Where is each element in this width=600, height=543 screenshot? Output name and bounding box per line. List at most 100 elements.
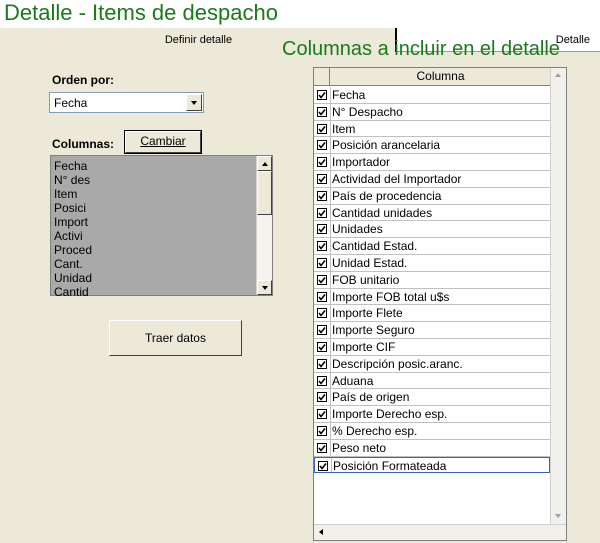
row-separator [331, 457, 332, 473]
grid-row[interactable]: Item [314, 120, 550, 138]
row-separator [330, 137, 331, 154]
row-separator [330, 87, 331, 103]
columnas-grid[interactable]: Columna Fecha N° Despacho Item Posición ara… [313, 67, 567, 541]
grid-row[interactable]: Descripción posic.aranc. [314, 355, 550, 373]
row-checkbox[interactable] [318, 460, 328, 471]
grid-header-columna[interactable]: Columna [331, 68, 550, 86]
grid-row[interactable]: Actividad del Importador [314, 170, 550, 188]
row-label: % Derecho esp. [332, 423, 418, 438]
grid-row[interactable]: % Derecho esp. [314, 422, 550, 440]
row-checkbox[interactable] [317, 274, 327, 285]
columnas-list-item[interactable]: Fecha [54, 159, 254, 173]
row-checkbox[interactable] [317, 173, 327, 184]
row-separator [330, 288, 331, 305]
grid-row[interactable]: Importe CIF [314, 338, 550, 356]
row-label: Importe CIF [332, 339, 396, 354]
grid-row[interactable]: País de origen [314, 389, 550, 407]
grid-row[interactable]: Importador [314, 154, 550, 171]
row-separator [330, 103, 331, 120]
grid-row[interactable]: Importe FOB total u$s [314, 288, 550, 306]
row-checkbox[interactable] [317, 90, 327, 100]
row-label: N° Despacho [332, 104, 403, 119]
row-separator [330, 439, 331, 456]
row-checkbox[interactable] [317, 325, 327, 336]
traer-datos-label: Traer datos [145, 331, 206, 345]
row-checkbox[interactable] [317, 341, 327, 352]
row-checkbox[interactable] [317, 442, 327, 453]
row-label: Importe Seguro [332, 323, 415, 338]
grid-row[interactable]: Unidades [314, 221, 550, 239]
grid-row[interactable]: Cantidad Estad. [314, 238, 550, 255]
columnas-list-item[interactable]: Item [54, 187, 254, 201]
row-checkbox[interactable] [317, 409, 327, 420]
orden-select[interactable]: Fecha [49, 92, 204, 113]
row-separator [330, 305, 331, 322]
columnas-list-item[interactable]: Proced [54, 243, 254, 257]
grid-row[interactable]: Cantidad unidades [314, 204, 550, 222]
row-checkbox[interactable] [317, 106, 327, 117]
grid-row[interactable]: N° Despacho [314, 103, 550, 121]
scroll-thumb[interactable] [257, 171, 272, 215]
columnas-label: Columnas: [52, 137, 115, 151]
grid-row[interactable]: Aduana [314, 372, 550, 390]
grid-row[interactable]: País de procedencia [314, 187, 550, 205]
grid-row[interactable]: Posición arancelaria [314, 137, 550, 155]
row-checkbox[interactable] [317, 190, 327, 201]
columnas-list-item[interactable]: Cant. [54, 257, 254, 271]
columnas-list-item[interactable]: N° des [54, 173, 254, 187]
columnas-list-item[interactable]: Activi [54, 229, 254, 243]
row-checkbox[interactable] [317, 291, 327, 302]
orden-dropdown-button[interactable] [186, 94, 202, 111]
row-label: Importador [332, 155, 391, 170]
row-separator [330, 338, 331, 355]
grid-row[interactable]: Fecha [314, 87, 550, 104]
grid-vscrollbar[interactable] [550, 68, 566, 524]
arrow-down-icon [555, 514, 561, 518]
columnas-listbox[interactable]: Fecha N° des Item Posici Import Activi Proced C… [50, 155, 273, 299]
row-separator [330, 221, 331, 238]
row-checkbox[interactable] [317, 257, 327, 268]
scroll-down-button[interactable] [257, 280, 272, 295]
row-checkbox[interactable] [317, 308, 327, 319]
row-label: Peso neto [332, 440, 387, 455]
arrow-down-icon [262, 286, 268, 290]
grid-row[interactable]: Posición Formateada [314, 456, 550, 474]
columnas-list-item[interactable]: Import [54, 215, 254, 229]
listbox-scrollbar[interactable] [256, 156, 272, 295]
row-separator [330, 389, 331, 406]
columnas-list-item[interactable]: Unidad [54, 271, 254, 285]
grid-row[interactable]: Importe Flete [314, 305, 550, 323]
row-checkbox[interactable] [317, 207, 327, 218]
row-checkbox[interactable] [317, 140, 327, 151]
grid-hscrollbar[interactable] [314, 524, 566, 540]
row-label: FOB unitario [332, 272, 400, 287]
grid-scroll-up[interactable] [551, 68, 566, 83]
row-separator [330, 238, 331, 254]
grid-scroll-left[interactable] [314, 525, 329, 540]
columnas-list-item[interactable]: Cantid [54, 285, 254, 299]
row-separator [330, 422, 331, 439]
row-separator [330, 170, 331, 187]
grid-row[interactable]: Importe Seguro [314, 322, 550, 339]
row-checkbox[interactable] [317, 375, 327, 386]
row-checkbox[interactable] [317, 425, 327, 436]
cambiar-button[interactable]: Cambiar [124, 130, 202, 154]
row-checkbox[interactable] [317, 224, 327, 235]
row-checkbox[interactable] [317, 157, 327, 168]
grid-scroll-down[interactable] [551, 509, 566, 524]
row-checkbox[interactable] [317, 241, 327, 252]
row-checkbox[interactable] [317, 358, 327, 369]
row-checkbox[interactable] [317, 123, 327, 134]
grid-row[interactable]: Peso neto [314, 439, 550, 457]
traer-datos-button[interactable]: Traer datos [109, 320, 242, 356]
scroll-up-button[interactable] [257, 156, 272, 171]
columnas-list-item[interactable]: Posici [54, 201, 254, 215]
arrow-up-icon [555, 73, 561, 77]
row-checkbox[interactable] [317, 392, 327, 403]
grid-row[interactable]: Importe Derecho esp. [314, 406, 550, 423]
row-separator [330, 355, 331, 372]
grid-row[interactable]: FOB unitario [314, 271, 550, 289]
row-label: Item [332, 121, 356, 136]
grid-header-selector [314, 68, 330, 86]
grid-row[interactable]: Unidad Estad. [314, 254, 550, 272]
